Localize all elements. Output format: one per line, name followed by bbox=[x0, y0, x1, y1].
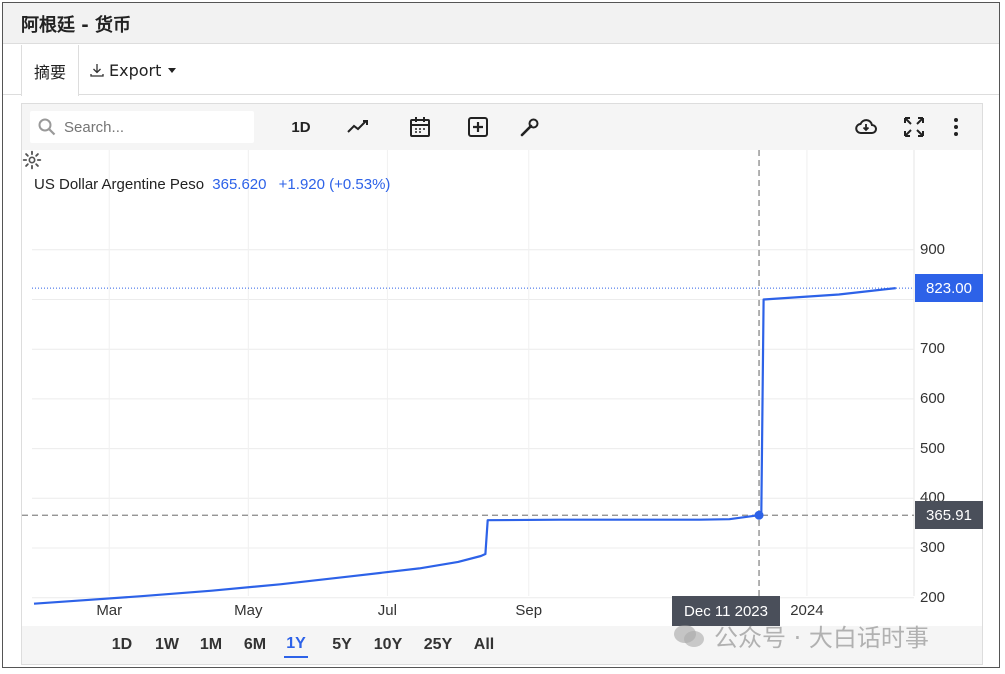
watermark-text: 公众号 · 大白话时事 bbox=[714, 624, 929, 652]
range-button-6m[interactable]: 6M bbox=[240, 632, 270, 658]
crosshair-price-label: 365.91 bbox=[915, 501, 983, 530]
search-icon bbox=[38, 118, 56, 136]
instrument-name: US Dollar Argentine Peso bbox=[34, 176, 205, 193]
more-options-button[interactable] bbox=[942, 113, 970, 141]
y-tick-label: 600 bbox=[920, 389, 946, 407]
gear-icon[interactable] bbox=[22, 150, 42, 170]
y-tick-label: 500 bbox=[920, 439, 946, 457]
range-button-1d[interactable]: 1D bbox=[108, 632, 136, 658]
symbol-search[interactable] bbox=[30, 111, 254, 143]
chart-toolbar: 1D bbox=[22, 104, 982, 150]
legend-change: +1.920 (+0.53%) bbox=[278, 176, 391, 193]
legend-value: 365.620 bbox=[212, 176, 267, 193]
y-tick-label: 200 bbox=[920, 588, 946, 606]
y-tick-label: 300 bbox=[920, 539, 946, 556]
download-icon bbox=[90, 64, 104, 77]
interval-button[interactable]: 1D bbox=[284, 113, 318, 141]
chart-legend: US Dollar Argentine Peso 365.620 +1.920 … bbox=[34, 176, 390, 193]
fullscreen-button[interactable] bbox=[898, 113, 930, 141]
range-button-1y[interactable]: 1Y bbox=[284, 632, 308, 658]
y-tick-label: 700 bbox=[920, 340, 946, 358]
x-tick-label: May bbox=[234, 602, 263, 619]
x-tick-label: Jul bbox=[377, 602, 397, 619]
series-line bbox=[33, 287, 896, 605]
chart-widget: 1D US bbox=[21, 103, 983, 665]
y-tick-label: 900 bbox=[920, 240, 946, 258]
price-chart[interactable] bbox=[22, 150, 982, 626]
x-tick-label: Sep bbox=[515, 602, 543, 619]
title-bar: 阿根廷 - 货币 bbox=[3, 3, 999, 44]
crosshair-point bbox=[754, 510, 764, 520]
search-input[interactable] bbox=[64, 118, 234, 136]
range-button-all[interactable]: All bbox=[470, 632, 498, 658]
tab-row: 摘要 Export bbox=[3, 45, 999, 96]
range-button-5y[interactable]: 5Y bbox=[328, 632, 356, 658]
add-indicator-button[interactable] bbox=[462, 113, 494, 141]
range-button-25y[interactable]: 25Y bbox=[420, 632, 456, 658]
cloud-download-icon bbox=[855, 119, 877, 134]
range-button-10y[interactable]: 10Y bbox=[370, 632, 406, 658]
line-chart-icon bbox=[347, 120, 368, 133]
x-tick-label: 2024 bbox=[790, 602, 824, 619]
page-title: 阿根廷 - 货币 bbox=[21, 15, 132, 36]
settings-tools-button[interactable] bbox=[514, 113, 546, 141]
export-menu[interactable]: Export bbox=[89, 45, 177, 95]
x-tick-label: Mar bbox=[96, 602, 123, 619]
calendar-icon bbox=[410, 117, 430, 137]
chart-area[interactable]: US Dollar Argentine Peso 365.620 +1.920 … bbox=[22, 150, 983, 626]
last-price-label: 823.00 bbox=[915, 274, 983, 303]
add-indicator-icon bbox=[468, 117, 488, 137]
date-range-button[interactable] bbox=[404, 113, 436, 141]
app-window: 阿根廷 - 货币 摘要 Export 1D bbox=[2, 2, 1000, 668]
chevron-down-icon bbox=[168, 67, 177, 73]
watermark: 公众号 · 大白话时事 bbox=[672, 618, 929, 653]
range-button-1w[interactable]: 1W bbox=[152, 632, 182, 658]
range-button-1m[interactable]: 1M bbox=[197, 632, 225, 658]
wrench-icon bbox=[520, 118, 539, 137]
tab-summary[interactable]: 摘要 bbox=[21, 45, 79, 96]
export-label: Export bbox=[109, 60, 162, 80]
fullscreen-icon bbox=[904, 117, 924, 137]
chart-type-button[interactable] bbox=[342, 113, 374, 141]
download-button[interactable] bbox=[850, 113, 882, 141]
more-vert-icon bbox=[954, 118, 958, 136]
wechat-icon bbox=[674, 624, 704, 647]
